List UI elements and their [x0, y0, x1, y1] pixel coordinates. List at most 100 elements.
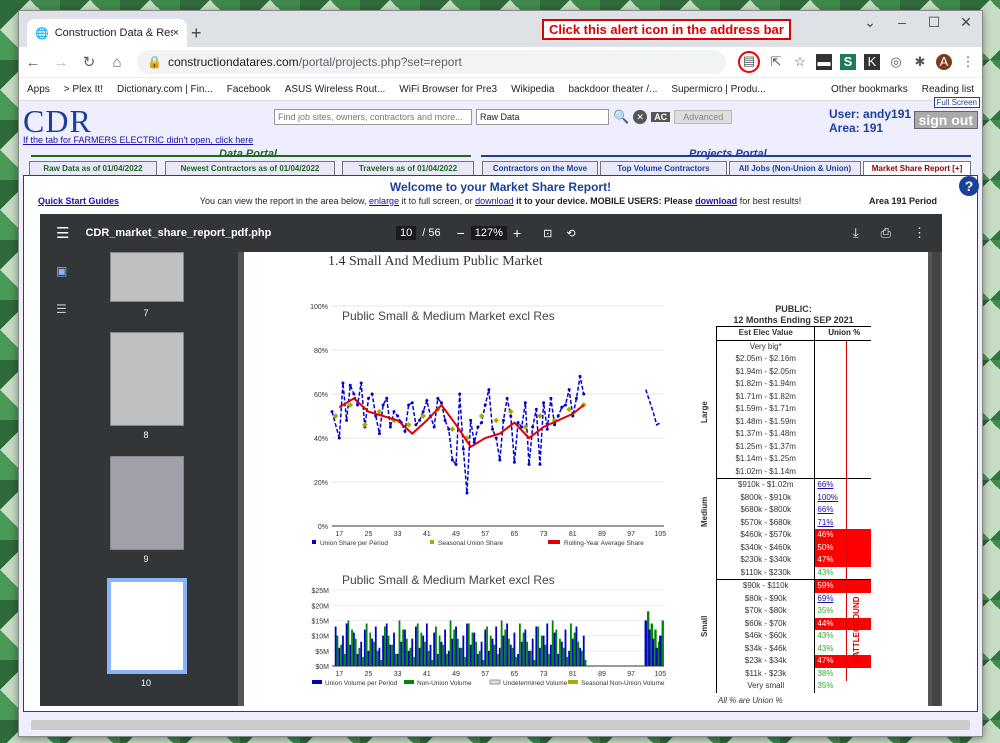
full-screen-button[interactable]: Full Screen	[933, 97, 980, 108]
pdf-scrollbar[interactable]	[932, 252, 940, 706]
tab-raw-data[interactable]: Raw Data as of 01/04/2022	[29, 161, 157, 176]
close-window-button[interactable]: ✕	[950, 11, 982, 33]
bar	[524, 629, 527, 666]
rotate-icon[interactable]: ⟲	[566, 227, 575, 240]
forward-button[interactable]: →	[53, 54, 69, 71]
tab-note-link[interactable]: If the tab for FARMERS ELECTRIC didn't o…	[23, 135, 253, 145]
fit-page-icon[interactable]: ⊡	[543, 227, 552, 240]
minimize-button[interactable]: –	[886, 11, 918, 33]
bookmark-backdoor[interactable]: backdoor theater /...	[568, 84, 657, 95]
bar	[435, 626, 437, 666]
address-bar[interactable]: 🔒 constructiondatares.com/portal/project…	[137, 50, 726, 74]
data-point	[491, 427, 495, 431]
table-row: $90k - $110k 59%	[716, 579, 871, 593]
tab-top-volume[interactable]: Top Volume Contractors	[600, 161, 727, 176]
sign-out-button[interactable]: sign out	[913, 111, 978, 129]
thumbnail-page-7[interactable]	[110, 252, 184, 302]
avatar[interactable]: A	[936, 54, 952, 70]
chevron-down-icon[interactable]: ⌄	[854, 11, 886, 33]
thumbnail-page-9[interactable]	[110, 456, 184, 550]
bookmark-facebook[interactable]: Facebook	[227, 84, 271, 95]
search-mode-select[interactable]: Raw Data	[476, 109, 609, 125]
outline-view-icon[interactable]: ☰	[56, 302, 67, 316]
help-icon[interactable]: ?	[959, 176, 979, 196]
bookmark-wikipedia[interactable]: Wikipedia	[511, 84, 554, 95]
window-controls: ⌄ – ☐ ✕	[854, 11, 982, 33]
union-percent[interactable]: 69%	[815, 593, 871, 606]
union-percent[interactable]: 66%	[815, 479, 871, 492]
extension-icon[interactable]: ▬	[816, 54, 832, 70]
download-link[interactable]: download	[475, 196, 514, 206]
check-icon[interactable]: ◎	[888, 54, 904, 70]
desc-text: it to full screen, or	[399, 196, 476, 206]
search-input[interactable]: Find job sites, owners, contractors and …	[274, 109, 472, 125]
union-percent[interactable]: 66%	[815, 504, 871, 517]
data-point	[388, 425, 392, 429]
thumbnail-page-10[interactable]	[107, 578, 187, 674]
other-bookmarks[interactable]: Other bookmarks	[831, 84, 908, 95]
more-menu-icon[interactable]: ⋮	[960, 54, 976, 70]
new-tab-button[interactable]: +	[191, 23, 202, 44]
data-point	[553, 423, 557, 427]
volume-chart: $0M $5M $10M $15M $20M $25M Public Small & Med…	[311, 574, 666, 687]
share-icon[interactable]: ⇱	[768, 54, 784, 70]
data-point	[345, 418, 349, 422]
desc-text: for best results!	[737, 196, 802, 206]
bookmark-dictionary[interactable]: Dictionary.com | Fin...	[117, 84, 213, 95]
bar	[495, 626, 498, 666]
value-range: $1.59m - $1.71m	[717, 403, 816, 416]
star-icon[interactable]: ☆	[792, 54, 808, 70]
enlarge-link[interactable]: enlarge	[369, 196, 399, 206]
bar	[400, 641, 403, 666]
lock-icon: 🔒	[147, 55, 162, 69]
zoom-input[interactable]: 127%	[470, 226, 507, 240]
bar	[571, 638, 574, 666]
bookmark-asus[interactable]: ASUS Wireless Rout...	[285, 84, 386, 95]
extension-k-icon[interactable]: K	[864, 54, 880, 70]
zoom-in-button[interactable]: +	[513, 225, 521, 241]
page-input[interactable]: 10	[396, 226, 417, 240]
thumbnail-view-icon[interactable]: ▣	[56, 264, 67, 278]
ac-button[interactable]: AC	[651, 112, 671, 122]
tab-travelers[interactable]: Travelers as of 01/04/2022	[342, 161, 474, 176]
bar	[455, 626, 457, 666]
union-percent[interactable]: 100%	[815, 492, 871, 505]
advanced-button[interactable]: Advanced	[674, 110, 733, 124]
thumbnail-page-8[interactable]	[110, 332, 184, 426]
tab-newest-contractors[interactable]: Newest Contractors as of 01/04/2022	[165, 161, 335, 176]
zoom-out-button[interactable]: −	[457, 225, 465, 241]
bar	[404, 629, 406, 666]
bookmark-plex[interactable]: > Plex It!	[64, 84, 103, 95]
home-button[interactable]: ⌂	[109, 54, 125, 71]
horizontal-scrollbar[interactable]	[31, 720, 970, 730]
bar	[349, 644, 352, 666]
bookmark-wifi[interactable]: WiFi Browser for Pre3	[399, 84, 497, 95]
more-icon[interactable]: ⋮	[913, 225, 926, 241]
print-icon[interactable]: ⎙	[881, 225, 891, 241]
search-icon[interactable]: 🔍	[613, 109, 629, 125]
menu-icon[interactable]: ☰	[56, 224, 69, 242]
x-tick-label: 81	[569, 671, 577, 678]
extension-s-icon[interactable]: S	[840, 54, 856, 70]
bookmark-supermicro[interactable]: Supermicro | Produ...	[671, 84, 765, 95]
tab-market-share[interactable]: Market Share Report [+]	[863, 161, 971, 176]
data-portal-rule	[31, 155, 471, 157]
bar	[445, 653, 448, 666]
reload-button[interactable]: ↻	[81, 53, 97, 71]
alert-icon[interactable]: ▤	[738, 51, 760, 73]
clear-icon[interactable]: ✕	[633, 110, 648, 124]
bar	[584, 659, 587, 666]
close-tab-icon[interactable]: ×	[173, 27, 179, 39]
download-icon[interactable]: ⤓	[853, 225, 859, 241]
bar	[550, 644, 552, 666]
tab-contractors-move[interactable]: Contractors on the Move	[482, 161, 598, 176]
tab-all-jobs[interactable]: All Jobs (Non-Union & Union)	[729, 161, 861, 176]
maximize-button[interactable]: ☐	[918, 11, 950, 33]
reading-list[interactable]: Reading list	[922, 84, 974, 95]
download-mobile-link[interactable]: download	[695, 196, 737, 206]
union-percent[interactable]: 71%	[815, 517, 871, 530]
puzzle-icon[interactable]: ✱	[912, 54, 928, 70]
bookmark-apps[interactable]: Apps	[27, 84, 50, 95]
browser-tab[interactable]: 🌐 Construction Data & Research, I ×	[27, 19, 187, 47]
back-button[interactable]: ←	[25, 54, 41, 71]
